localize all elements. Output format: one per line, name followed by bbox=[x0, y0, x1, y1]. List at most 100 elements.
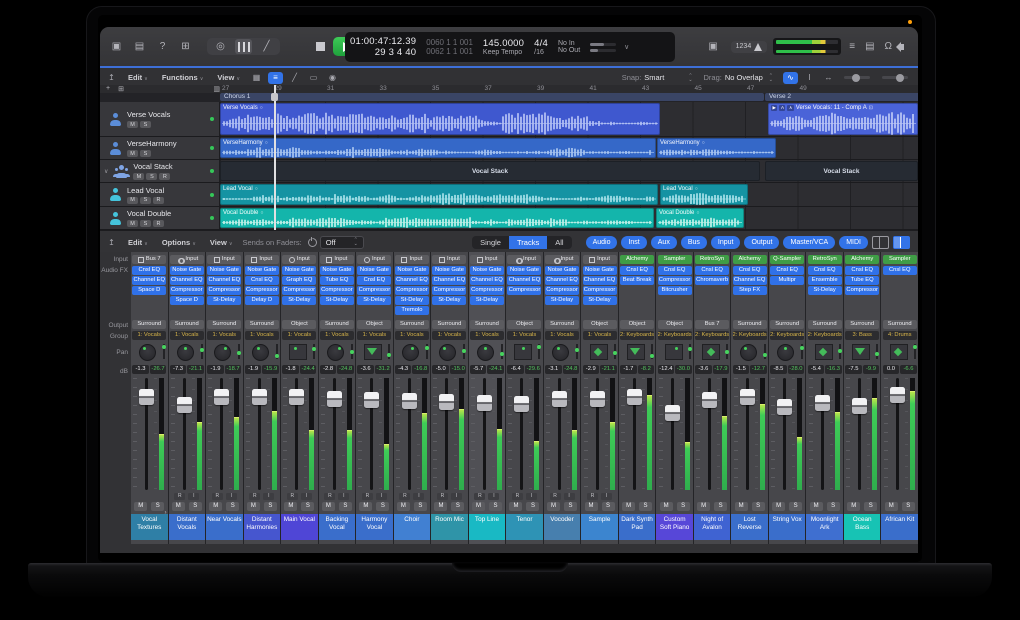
playhead[interactable] bbox=[274, 85, 276, 230]
pan-mini-slider[interactable] bbox=[651, 344, 653, 359]
pan-knob[interactable] bbox=[214, 344, 231, 361]
vertical-zoom-slider[interactable] bbox=[844, 76, 870, 79]
input-monitor-button[interactable]: I bbox=[338, 493, 349, 500]
marquee-tool-icon[interactable]: ▭ bbox=[306, 72, 321, 84]
mixer-view-menu[interactable]: View∨ bbox=[210, 238, 233, 247]
plugin-slot[interactable]: St-Delay bbox=[545, 296, 579, 305]
surround-panner[interactable] bbox=[852, 344, 870, 360]
record-enable-button[interactable]: R bbox=[153, 220, 164, 227]
solo-button[interactable]: S bbox=[677, 502, 690, 511]
output-slot[interactable]: Surround bbox=[395, 320, 429, 329]
plugin-slot[interactable]: Ensemble bbox=[808, 276, 842, 285]
output-slot[interactable]: Object bbox=[282, 320, 316, 329]
plugin-slot[interactable]: Cnsl EQ bbox=[357, 276, 391, 285]
lcd-chevron-icon[interactable]: ∨ bbox=[621, 43, 632, 51]
solo-button[interactable]: S bbox=[602, 502, 615, 511]
pan-knob[interactable] bbox=[252, 344, 269, 361]
pan-mini-slider[interactable] bbox=[388, 344, 390, 359]
playhead-handle[interactable] bbox=[271, 93, 278, 101]
region[interactable]: ▶A∧Verse Vocals: 11 - Comp A⊡ bbox=[768, 103, 918, 135]
input-slot[interactable]: Input bbox=[507, 255, 541, 264]
output-slot[interactable]: Surround bbox=[245, 320, 279, 329]
sends-power-icon[interactable] bbox=[308, 238, 317, 247]
channel-name[interactable]: Moonlight Ark bbox=[806, 514, 843, 540]
mute-button[interactable]: M bbox=[810, 502, 823, 511]
track-header[interactable]: Vocal DoubleMSR bbox=[100, 207, 220, 229]
pan-mini-slider[interactable] bbox=[576, 344, 578, 359]
plugin-slot[interactable]: Compressor bbox=[245, 286, 279, 295]
arrangement-marker[interactable]: Chorus 1 bbox=[220, 93, 764, 101]
solo-button[interactable]: S bbox=[376, 502, 389, 511]
group-slot[interactable]: 2: Keyboards bbox=[695, 331, 729, 340]
channel-name[interactable]: Distant Harmonies bbox=[244, 514, 281, 540]
channel-strip[interactable]: InputNoise GateChannel EQCompressorSt-De… bbox=[206, 252, 243, 544]
pan-mini-slider[interactable] bbox=[238, 344, 240, 359]
group-slot[interactable]: 1: Vocals bbox=[282, 331, 316, 340]
solo-button[interactable]: S bbox=[752, 502, 765, 511]
plugin-slot[interactable]: Multipr bbox=[770, 276, 804, 285]
pan-mini-slider[interactable] bbox=[764, 344, 766, 359]
surround-panner[interactable] bbox=[815, 344, 833, 360]
functions-menu[interactable]: Functions∨ bbox=[162, 73, 204, 82]
mute-button[interactable]: M bbox=[697, 502, 710, 511]
plugin-slot[interactable]: Bitcrusher bbox=[658, 286, 692, 295]
list-view-icon[interactable]: ≡ bbox=[268, 72, 283, 84]
input-monitor-button[interactable]: I bbox=[376, 493, 387, 500]
plugin-slot[interactable]: Cnsl EQ bbox=[733, 266, 767, 275]
input-monitor-button[interactable]: I bbox=[413, 493, 424, 500]
solo-button[interactable]: S bbox=[827, 502, 840, 511]
snap-select[interactable]: Smart bbox=[644, 73, 664, 82]
mute-button[interactable]: M bbox=[397, 502, 410, 511]
stop-button[interactable] bbox=[316, 42, 325, 51]
group-slot[interactable]: 2: Keyboards bbox=[658, 331, 692, 340]
group-slot[interactable]: 3: Bass bbox=[845, 331, 879, 340]
track-lane[interactable]: Vocal StackVocal Stack bbox=[220, 160, 918, 182]
mixer-edit-menu[interactable]: Edit∨ bbox=[128, 238, 148, 247]
plugin-slot[interactable]: St-Delay bbox=[207, 296, 241, 305]
loop-browser-icon[interactable]: Ω bbox=[883, 41, 894, 52]
group-slot[interactable]: 1: Vocals bbox=[132, 331, 166, 340]
mixer-view-segment-tracks[interactable]: Tracks bbox=[509, 236, 547, 249]
channel-name[interactable]: Lost Reverse bbox=[731, 514, 768, 540]
mute-button[interactable]: M bbox=[284, 502, 297, 511]
output-slot[interactable]: Object bbox=[357, 320, 391, 329]
mixer-view-segment-single[interactable]: Single bbox=[472, 236, 509, 249]
plugin-slot[interactable]: Noise Gate bbox=[507, 266, 541, 275]
output-slot[interactable]: Surround bbox=[883, 320, 917, 329]
surround-panner[interactable] bbox=[890, 344, 908, 360]
mute-button[interactable]: M bbox=[622, 502, 635, 511]
group-slot[interactable]: 1: Vocals bbox=[545, 331, 579, 340]
solo-button[interactable]: S bbox=[301, 502, 314, 511]
add-track-button[interactable]: + bbox=[106, 85, 110, 93]
group-slot[interactable]: 1: Vocals bbox=[432, 331, 466, 340]
record-enable-button[interactable]: R bbox=[249, 493, 260, 500]
take-play-icon[interactable]: ▶ bbox=[771, 105, 777, 111]
record-enable-button[interactable]: R bbox=[474, 493, 485, 500]
mute-button[interactable]: M bbox=[772, 502, 785, 511]
instrument-slot[interactable]: Sampler bbox=[658, 255, 692, 264]
pan-mini-slider[interactable] bbox=[426, 344, 428, 359]
horizontal-auto-zoom-icon[interactable]: ↔ bbox=[821, 72, 836, 84]
plugin-slot[interactable]: St-Delay bbox=[282, 296, 316, 305]
mute-button[interactable]: M bbox=[127, 220, 138, 227]
fader-handle[interactable] bbox=[590, 391, 605, 407]
input-monitor-button[interactable]: I bbox=[451, 493, 462, 500]
input-slot[interactable]: Input bbox=[583, 255, 617, 264]
surround-panner[interactable] bbox=[590, 344, 608, 360]
input-monitor-button[interactable]: I bbox=[188, 493, 199, 500]
channel-name[interactable]: Distant Vocals bbox=[169, 514, 206, 540]
instrument-slot[interactable]: RetroSyn bbox=[808, 255, 842, 264]
pan-mini-slider[interactable] bbox=[538, 344, 540, 359]
record-enable-button[interactable]: R bbox=[212, 493, 223, 500]
instrument-slot[interactable]: Alchemy bbox=[733, 255, 767, 264]
single-pane-icon[interactable] bbox=[872, 236, 889, 249]
input-slot[interactable]: Input bbox=[282, 255, 316, 264]
mixer-icon[interactable] bbox=[235, 39, 252, 54]
take-a-icon[interactable]: A bbox=[779, 105, 785, 111]
bar-ruler[interactable]: + ⊞ ▥ 272931333537394143454749 bbox=[100, 85, 918, 93]
plugin-slot[interactable]: Compressor bbox=[282, 286, 316, 295]
input-slot[interactable]: Input bbox=[245, 255, 279, 264]
pan-mini-slider[interactable] bbox=[726, 344, 728, 359]
mute-button[interactable]: M bbox=[322, 502, 335, 511]
output-slot[interactable]: Object bbox=[658, 320, 692, 329]
